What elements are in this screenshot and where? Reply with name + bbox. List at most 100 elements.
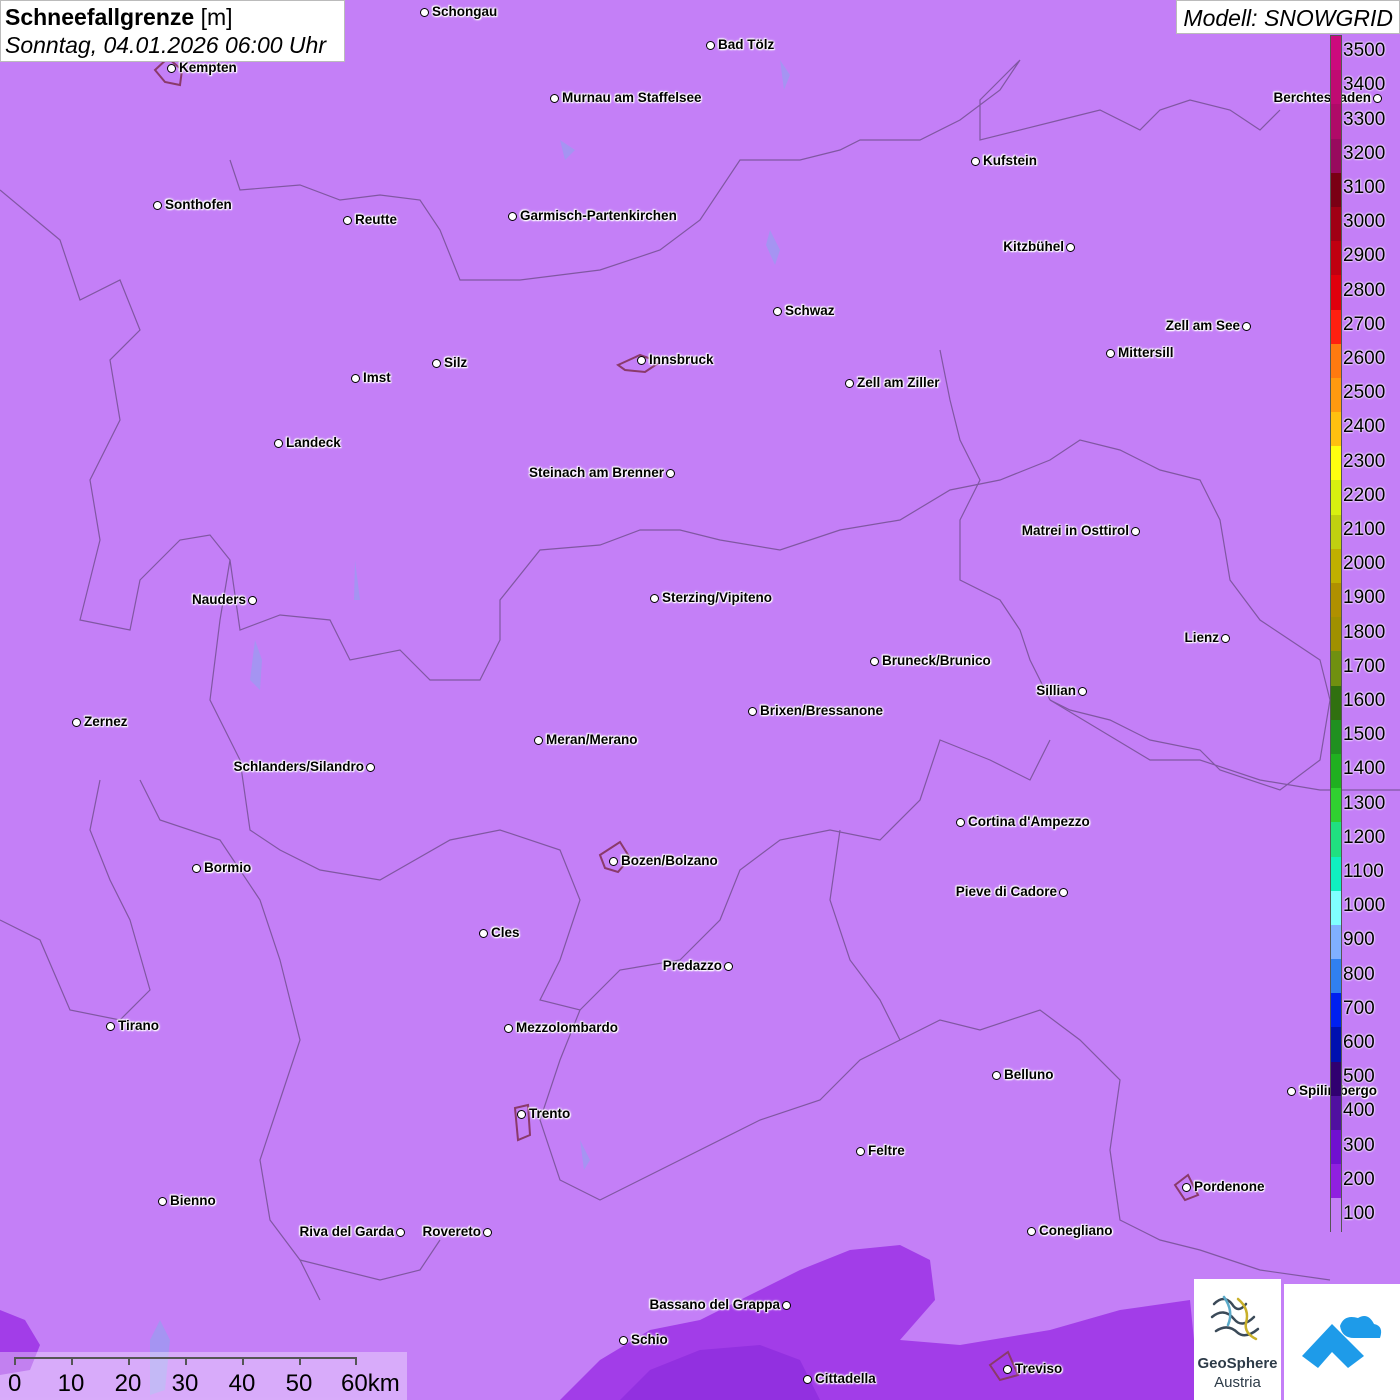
colorbar-label: 3000 [1343,211,1386,233]
colorbar-label: 700 [1343,997,1375,1019]
colorbar-segment [1331,959,1341,994]
city-label: Feltre [868,1143,905,1158]
city-label: Rovereto [422,1224,481,1239]
snowfall-limit-map[interactable]: Schneefallgrenze [m] Sonntag, 04.01.2026… [0,0,1400,1400]
city-label: Bassano del Grappa [649,1297,780,1312]
colorbar-segment [1331,480,1341,515]
colorbar-segment [1331,822,1341,857]
scale-tick [355,1357,357,1365]
city-label: Silz [444,355,468,370]
city-label: Schongau [432,4,498,19]
city-dot-icon [1003,1365,1012,1374]
colorbar-label: 2700 [1343,313,1386,335]
city-dot-icon [609,857,618,866]
city-dot-icon [856,1147,865,1156]
colorbar-labels: 3500 3400 3300 3200 3100 3000 2900 2800 2700 2600… [1343,35,1400,1232]
city-label: Bienno [170,1193,216,1208]
city-label: Meran/Merano [546,732,638,747]
city-dot-icon [248,596,257,605]
city-dot-icon [1066,243,1075,252]
colorbar-label: 1000 [1343,895,1386,917]
city-label: Steinach am Brenner [528,465,664,480]
city-label: Reutte [355,212,398,227]
city-label: Belluno [1004,1067,1054,1082]
city-label: Sonthofen [165,197,232,212]
city-label: Garmisch-Partenkirchen [520,208,677,223]
scale-tick [299,1357,301,1365]
scale-tick [128,1357,130,1365]
city-label: Cittadella [815,1371,876,1386]
city-dot-icon [1242,322,1251,331]
city-dot-icon [870,657,879,666]
colorbar-label: 2100 [1343,518,1386,540]
colorbar-label: 3400 [1343,74,1386,96]
scale-label: 0 [8,1370,22,1397]
colorbar-label: 1300 [1343,792,1386,814]
geosphere-line1: GeoSphere [1197,1355,1278,1372]
city-label: Pordenone [1194,1179,1265,1194]
colorbar-label: 3500 [1343,40,1386,62]
colorbar-segment [1331,206,1341,242]
colorbar-label: 2500 [1343,382,1386,404]
colorbar-segment [1331,446,1341,481]
city-dot-icon [971,157,980,166]
city-label: Innsbruck [649,352,714,367]
scale-tick [71,1357,73,1365]
city-dot-icon [106,1022,115,1031]
colorbar-label: 1900 [1343,587,1386,609]
city-label: Treviso [1015,1361,1063,1376]
city-dot-icon [343,216,352,225]
city-label: Bad Tölz [718,37,775,52]
colorbar-segment [1331,753,1341,789]
city-label: Riva del Garda [299,1224,394,1239]
colorbar-label: 3300 [1343,108,1386,130]
colorbar-segment [1331,172,1341,207]
geosphere-logo[interactable]: GeoSphere Austria [1194,1279,1281,1400]
city-dot-icon [517,1110,526,1119]
colorbar-segment [1331,241,1341,276]
colorbar-segment [1331,1027,1341,1062]
scale-tick [185,1357,187,1365]
colorbar-label: 1400 [1343,758,1386,780]
colorbar-label: 1100 [1343,860,1384,882]
scale-label: 50 [285,1370,313,1397]
city-dot-icon [396,1228,405,1237]
city-dot-icon [845,379,854,388]
colorbar-segment [1331,343,1341,378]
city-label: Lienz [1184,630,1219,645]
scale-label: 60km [341,1370,400,1397]
app-logo[interactable] [1284,1284,1400,1400]
city-dot-icon [274,439,283,448]
colorbar-segment [1331,275,1341,310]
geosphere-line2: Austria [1214,1374,1261,1391]
city-dot-icon [1182,1183,1191,1192]
city-dot-icon [637,356,646,365]
city-label: Zernez [84,714,128,729]
colorbar-label: 200 [1343,1168,1375,1190]
colorbar-segment [1331,651,1341,686]
mountain-cloud-icon [1302,1316,1382,1368]
city-label: Bormio [204,860,252,875]
colorbar-segment [1331,412,1341,447]
city-dot-icon [192,864,201,873]
colorbar-segment [1331,685,1341,720]
colorbar-segment [1331,788,1341,823]
colorbar-label: 400 [1343,1100,1375,1122]
city-dot-icon [534,736,543,745]
colorbar-segment [1331,1061,1341,1096]
colorbar-segment [1331,70,1341,105]
colorbar-segment [1331,1130,1341,1165]
colorbar-label: 600 [1343,1031,1375,1053]
colorbar-label: 1200 [1343,826,1386,848]
city-dot-icon [619,1336,628,1345]
city-dot-icon [72,718,81,727]
city-label: Conegliano [1039,1223,1113,1238]
city-label: Zell am See [1165,318,1240,333]
colorbar-label: 2300 [1343,450,1386,472]
colorbar-label: 3100 [1343,176,1386,198]
scale-label: 20 [114,1370,142,1397]
colorbar-segment [1331,1164,1341,1199]
city-dot-icon [432,359,441,368]
city-label: Imst [363,370,391,385]
city-dot-icon [706,41,715,50]
